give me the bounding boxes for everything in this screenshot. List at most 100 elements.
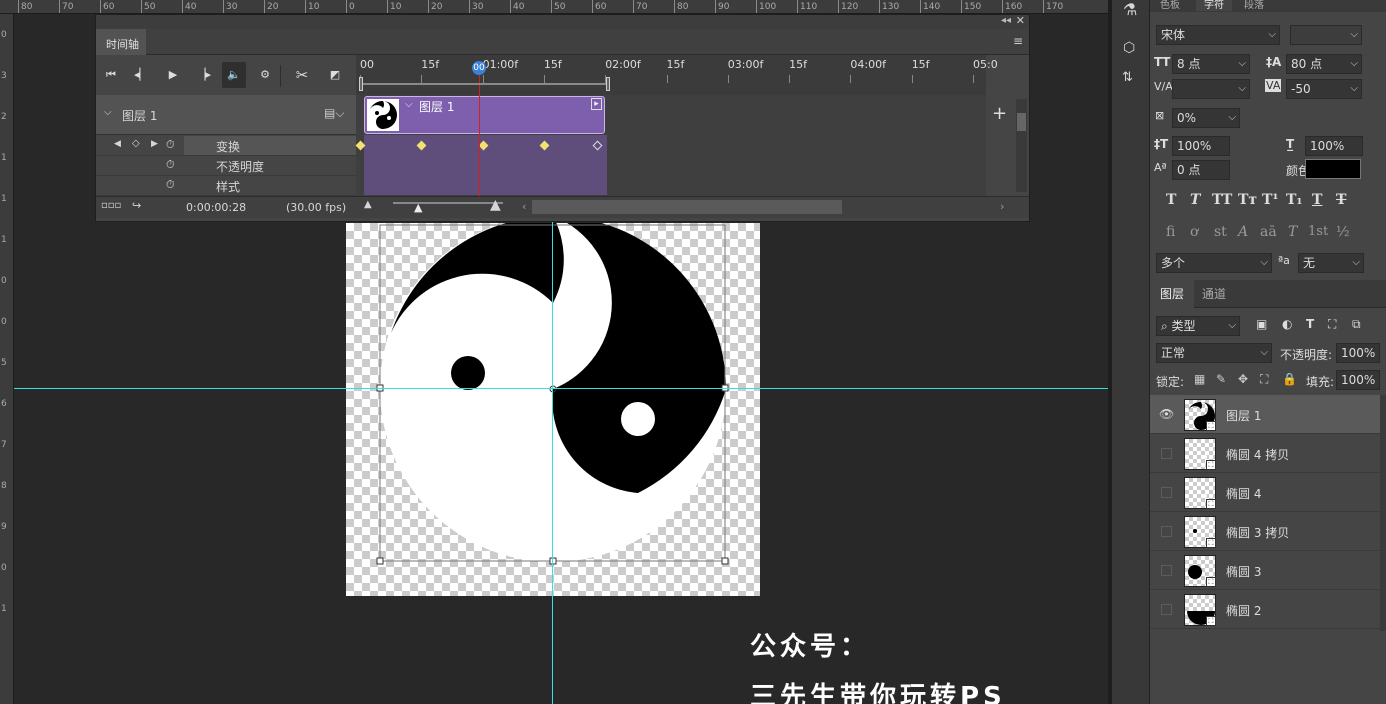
type-filter-icon[interactable]: T (1306, 317, 1314, 331)
tab-timeline[interactable]: 时间轴 (96, 29, 146, 55)
tab-paragraph[interactable]: 段落 (1244, 0, 1264, 11)
zoom-out-icon[interactable]: ▲ (364, 199, 372, 210)
lock-all-icon[interactable]: 🔒 (1282, 372, 1297, 386)
superscript-button[interactable]: T¹ (1262, 192, 1279, 208)
zoom-thumb[interactable]: ▲ (414, 201, 422, 214)
keyframe-diamond[interactable] (416, 140, 427, 151)
vertical-scale-input[interactable]: 100% (1172, 136, 1230, 156)
property-row-transform[interactable]: ◀ ◇ ▶ ⏱ 变换 (96, 136, 356, 156)
old-style-button[interactable]: ơ (1190, 224, 1198, 240)
layer-filter-select[interactable]: ⌕ 类型 ⌵ (1156, 316, 1240, 336)
horizontal-scale-input[interactable]: 100% (1305, 136, 1363, 156)
render-icon[interactable]: ↪ (132, 199, 141, 212)
baseline-shift-input[interactable]: 0 点 (1172, 160, 1230, 180)
stopwatch-icon[interactable]: ⏱ (166, 138, 175, 152)
play-icon[interactable]: ▶ (161, 62, 185, 88)
lock-position-icon[interactable]: ✥ (1238, 372, 1248, 386)
anti-alias-select[interactable]: 无 ⌵ (1298, 253, 1364, 273)
visibility-toggle[interactable] (1161, 604, 1172, 615)
layer-row[interactable]: ⛶ 椭圆 3 (1150, 551, 1380, 590)
clip-chevron-icon[interactable]: ⌵ (405, 99, 413, 110)
smart-object-filter-icon[interactable]: ⧉ (1352, 317, 1361, 332)
audio-icon[interactable]: 🔈 (222, 62, 246, 88)
scale-select[interactable]: 0% ⌵ (1172, 108, 1240, 128)
stopwatch-icon[interactable]: ⏱ (166, 158, 175, 172)
zoom-slider[interactable] (393, 202, 503, 204)
zoom-in-icon[interactable]: ▲ (490, 197, 501, 213)
properties-icon[interactable]: ⇅ (1122, 70, 1133, 85)
visibility-toggle[interactable] (1161, 448, 1172, 459)
layer-row[interactable]: ⛶ 椭圆 3 拷贝 (1150, 512, 1380, 551)
filmstrip-icon[interactable]: ▤⌵ (324, 106, 344, 121)
text-color-swatch[interactable] (1305, 159, 1361, 179)
visibility-toggle[interactable] (1161, 565, 1172, 576)
all-caps-button[interactable]: TT (1212, 192, 1232, 208)
scroll-left-icon[interactable]: ‹ (522, 200, 526, 213)
kerning-select[interactable]: ⌵ (1172, 79, 1250, 99)
visibility-toggle[interactable] (1161, 526, 1172, 537)
transition-icon[interactable]: ◩ (323, 62, 347, 88)
opacity-input[interactable]: 100% (1336, 343, 1380, 363)
eye-icon[interactable]: 👁 (1159, 407, 1174, 421)
horizontal-ruler[interactable]: 80 70 60 50 40 30 20 10 0 10 20 30 40 50 60 70 80 90 100 11… (0, 0, 1108, 14)
vertical-ruler[interactable]: 0 3 2 1 1 1 0 0 5 6 7 8 9 0 1 (0, 14, 14, 704)
layer-row[interactable]: 👁 ⛶ 图层 1 (1150, 395, 1380, 434)
stylistic-alternates-button[interactable]: aā (1260, 224, 1277, 240)
document-canvas[interactable] (346, 216, 760, 596)
lock-transparency-icon[interactable]: ▦ (1194, 372, 1205, 386)
fractions-button[interactable]: ½ (1336, 224, 1350, 240)
timeline-layer-row[interactable]: ⌵ 图层 1 ▤⌵ (96, 95, 356, 135)
font-family-select[interactable]: 宋体 ⌵ (1156, 25, 1280, 45)
font-style-select[interactable]: ⌵ (1290, 25, 1362, 45)
tab-channels[interactable]: 通道 (1192, 280, 1236, 308)
titling-button[interactable]: T (1288, 224, 1297, 240)
lock-pixels-icon[interactable]: ✎ (1216, 372, 1226, 386)
faux-bold-button[interactable]: T (1166, 192, 1176, 208)
layers-scrollbar[interactable] (1380, 395, 1386, 631)
timeline-panel[interactable]: ◂◂ ✕ 时间轴 ≡ ⏮ ◂▏ ▶ ▕▸ 🔈 ⚙ ✂ ◩ 00 15f 01:00f… (95, 14, 1030, 222)
frame-mode-icon[interactable]: ▫▫▫ (101, 200, 121, 211)
property-row-style[interactable]: ⏱ 样式 (96, 176, 356, 196)
work-area-bar[interactable] (363, 83, 606, 85)
3d-cube-icon[interactable]: ⬡ (1123, 40, 1135, 56)
blend-mode-select[interactable]: 正常 ⌵ (1156, 343, 1272, 363)
keyframe-diamond[interactable] (478, 140, 489, 151)
panel-menu-icon[interactable]: ≡ (1013, 34, 1023, 48)
timeline-time-ruler[interactable]: 00 15f 01:00f 15f 02:00f 15f 03:00f 15f 04:00f 15… (356, 55, 998, 95)
horizontal-scrollbar[interactable] (532, 200, 842, 214)
expand-chevron-icon[interactable]: ⌵ (104, 107, 112, 118)
visibility-toggle[interactable] (1161, 487, 1172, 498)
keyframe-diamond[interactable] (539, 140, 550, 151)
scroll-right-icon[interactable]: › (1000, 200, 1004, 213)
tab-swatches[interactable]: 色板 (1160, 0, 1180, 11)
timeline-tracks[interactable]: ⌵ 图层 1 ▸ (355, 95, 986, 196)
tab-layers[interactable]: 图层 (1150, 280, 1195, 308)
lock-artboard-icon[interactable]: ⛶ (1260, 372, 1268, 387)
vertical-scrollbar[interactable] (1016, 99, 1027, 192)
layer-row[interactable]: ⛶ 椭圆 4 拷贝 (1150, 434, 1380, 473)
small-caps-button[interactable]: Tт (1238, 192, 1257, 208)
shape-filter-icon[interactable]: ⛶ (1328, 317, 1336, 332)
keyframe-diamond[interactable] (355, 140, 366, 151)
discretionary-ligatures-button[interactable]: st (1214, 224, 1227, 240)
fill-input[interactable]: 100% (1336, 370, 1380, 390)
font-size-select[interactable]: 8 点 ⌵ (1172, 54, 1250, 74)
keyframe-diamond[interactable] (592, 140, 603, 151)
tracking-select[interactable]: -50 ⌵ (1286, 79, 1362, 99)
brush-icon[interactable]: ⚗ (1123, 0, 1137, 19)
underline-button[interactable]: T (1312, 192, 1322, 208)
stopwatch-icon[interactable]: ⏱ (166, 178, 175, 192)
next-keyframe-icon[interactable]: ▶ (151, 139, 158, 149)
layer-row[interactable]: ⛶ 椭圆 4 (1150, 473, 1380, 512)
horizontal-guide[interactable] (14, 388, 1108, 389)
leading-select[interactable]: 80 点 ⌵ (1286, 54, 1362, 74)
strikethrough-button[interactable]: T (1336, 192, 1346, 208)
ligatures-button[interactable]: fi (1166, 224, 1175, 240)
subscript-button[interactable]: T₁ (1286, 192, 1303, 208)
collapse-icon[interactable]: ◂◂ (1001, 15, 1011, 26)
swash-button[interactable]: A (1238, 224, 1248, 240)
prev-keyframe-icon[interactable]: ◀ (114, 139, 121, 149)
split-scissors-icon[interactable]: ✂ (290, 62, 314, 88)
prev-frame-icon[interactable]: ◂▏ (129, 62, 153, 88)
language-select[interactable]: 多个 ⌵ (1156, 253, 1272, 273)
